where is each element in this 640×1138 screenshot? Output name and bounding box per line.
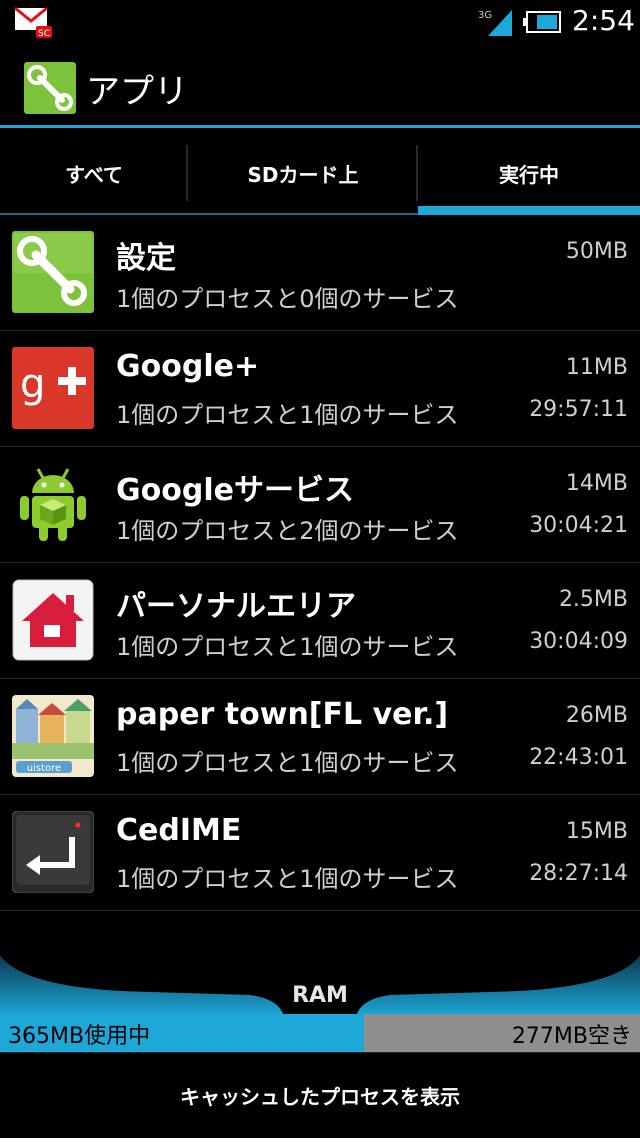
svg-text:SC: SC xyxy=(38,29,50,39)
app-row-paper-town[interactable]: uistore paper town[FL ver.] 1個のプロセスと1個のサ… xyxy=(0,679,640,795)
tab-running-label: 実行中 xyxy=(499,162,559,187)
svg-text:g: g xyxy=(20,361,45,407)
app-run-time: 30:04:21 xyxy=(529,513,628,538)
app-process-info: 1個のプロセスと2個のサービス xyxy=(116,517,459,545)
app-run-time: 28:27:14 xyxy=(529,861,628,886)
home-icon xyxy=(12,579,94,661)
show-cached-processes-button[interactable]: キャッシュしたプロセスを表示 xyxy=(0,1052,640,1138)
app-row-settings[interactable]: 設定 1個のプロセスと0個のサービス 50MB xyxy=(0,215,640,331)
ram-used-text: 365MB使用中 xyxy=(8,1024,151,1049)
ram-label: RAM xyxy=(292,983,348,1008)
app-memory-size: 26MB xyxy=(565,703,628,728)
svg-text:uistore: uistore xyxy=(27,763,61,774)
app-name: 設定 xyxy=(116,241,176,276)
mail-icon: SC xyxy=(14,6,52,39)
app-name: CedIME xyxy=(116,813,242,848)
app-name: パーソナルエリア xyxy=(116,589,356,624)
tab-bar: すべて SDカード上 実行中 xyxy=(0,131,640,215)
clock: 2:54 xyxy=(572,4,635,37)
app-process-info: 1個のプロセスと1個のサービス xyxy=(116,633,459,661)
status-bar: SC 3G 2:54 xyxy=(0,0,640,44)
settings-icon xyxy=(12,231,94,313)
enter-key-icon xyxy=(12,811,94,893)
app-name: Googleサービス xyxy=(116,473,354,508)
running-app-list: 設定 1個のプロセスと0個のサービス 50MB g Google+ 1個のプロセ… xyxy=(0,215,640,911)
signal-icon: 3G xyxy=(478,10,512,36)
app-run-time: 29:57:11 xyxy=(529,397,628,422)
app-run-time: 30:04:09 xyxy=(529,629,628,654)
app-process-info: 1個のプロセスと1個のサービス xyxy=(116,401,459,429)
tab-all-label: すべて xyxy=(65,162,123,187)
action-bar: アプリ xyxy=(0,44,640,128)
app-name: paper town[FL ver.] xyxy=(116,697,449,732)
app-row-cedime[interactable]: CedIME 1個のプロセスと1個のサービス 15MB 28:27:14 xyxy=(0,795,640,911)
app-memory-size: 11MB xyxy=(565,355,628,380)
app-run-time: 22:43:01 xyxy=(529,745,628,770)
app-memory-size: 14MB xyxy=(565,471,628,496)
tab-sd-card[interactable]: SDカード上 xyxy=(188,131,418,215)
app-process-info: 1個のプロセスと1個のサービス xyxy=(116,749,459,777)
wrench-icon[interactable] xyxy=(24,62,76,114)
tab-all[interactable]: すべて xyxy=(0,131,188,215)
app-row-google-plus[interactable]: g Google+ 1個のプロセスと1個のサービス 11MB 29:57:11 xyxy=(0,331,640,447)
app-row-google-services[interactable]: Googleサービス 1個のプロセスと2個のサービス 14MB 30:04:21 xyxy=(0,447,640,563)
battery-icon xyxy=(523,11,561,33)
tab-sd-card-label: SDカード上 xyxy=(247,162,359,187)
app-memory-size: 15MB xyxy=(565,819,628,844)
app-name: Google+ xyxy=(116,349,260,384)
tab-running-underline xyxy=(418,206,640,215)
android-icon xyxy=(20,468,86,541)
page-title: アプリ xyxy=(86,72,188,112)
app-row-personal-area[interactable]: パーソナルエリア 1個のプロセスと1個のサービス 2.5MB 30:04:09 xyxy=(0,563,640,679)
app-process-info: 1個のプロセスと0個のサービス xyxy=(116,285,459,313)
network-type: 3G xyxy=(478,10,492,21)
app-memory-size: 50MB xyxy=(565,239,628,264)
app-process-info: 1個のプロセスと1個のサービス xyxy=(116,865,459,893)
paper-town-icon: uistore xyxy=(12,695,94,777)
google-plus-icon: g xyxy=(12,347,94,429)
ram-free-text: 277MB空き xyxy=(511,1024,632,1049)
app-memory-size: 2.5MB xyxy=(558,587,628,612)
tab-running[interactable]: 実行中 xyxy=(418,131,640,215)
ram-usage-bar: 365MB使用中 277MB空き xyxy=(0,1014,640,1052)
